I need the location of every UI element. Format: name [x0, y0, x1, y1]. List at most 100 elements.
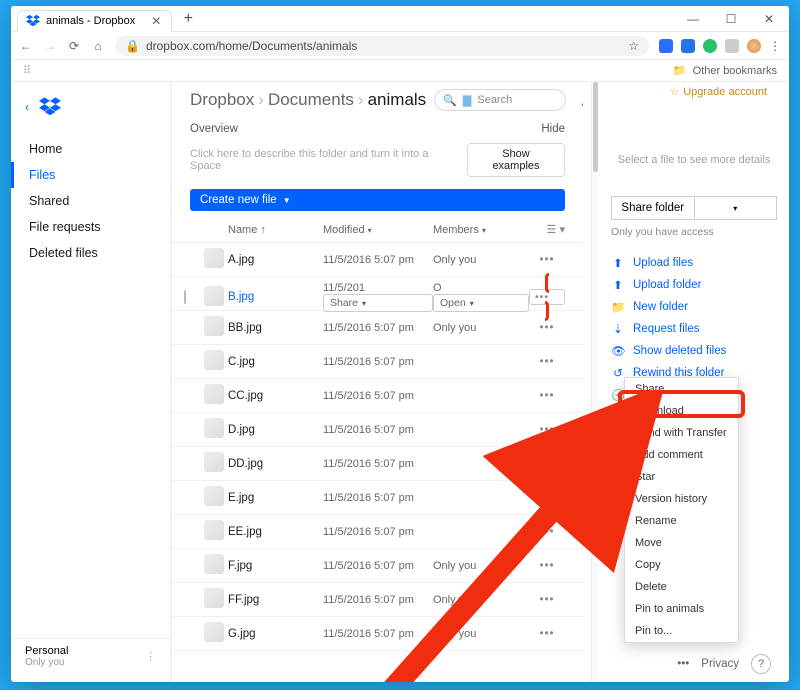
table-row[interactable]: D.jpg11/5/2016 5:07 pm••• [172, 413, 583, 447]
menu-item[interactable]: Copy [625, 554, 738, 576]
sidebar-item-home[interactable]: Home [11, 136, 170, 162]
menu-item[interactable]: Move [625, 532, 738, 554]
panel-action[interactable]: 📁New folder [611, 296, 777, 318]
file-name[interactable]: E.jpg [228, 492, 323, 504]
extension-icon[interactable] [659, 39, 673, 53]
other-bookmarks[interactable]: Other bookmarks [693, 65, 777, 77]
close-tab-icon[interactable]: ✕ [151, 14, 161, 28]
file-name[interactable]: DD.jpg [228, 458, 323, 470]
menu-item[interactable]: Pin to... [625, 620, 738, 642]
menu-item[interactable]: Send with Transfer [625, 422, 738, 444]
col-name[interactable]: Name ↑ [228, 224, 323, 236]
extension-icon[interactable] [725, 39, 739, 53]
menu-item[interactable]: Share [625, 378, 738, 400]
show-apps-icon[interactable]: ⠿ [23, 64, 31, 77]
row-more-icon[interactable]: ••• [529, 424, 565, 436]
menu-item[interactable]: Star [625, 466, 738, 488]
menu-item[interactable]: Rename [625, 510, 738, 532]
panel-action[interactable]: 👁Show deleted files [611, 340, 777, 362]
row-more-icon[interactable]: ••• [529, 628, 565, 640]
table-row[interactable]: CC.jpg11/5/2016 5:07 pm••• [172, 379, 583, 413]
file-name[interactable]: F.jpg [228, 560, 323, 572]
row-more-icon[interactable]: ••• [529, 356, 565, 368]
collapse-sidebar-icon[interactable]: ‹ [25, 100, 29, 114]
menu-item[interactable]: Add comment [625, 444, 738, 466]
footer-more-icon[interactable]: ••• [677, 658, 689, 670]
show-examples-button[interactable]: Show examples [467, 143, 565, 177]
col-modified[interactable]: Modified ▾ [323, 224, 433, 236]
row-more-icon[interactable]: ••• [529, 526, 565, 538]
row-more-icon[interactable]: ••• [529, 492, 565, 504]
row-checkbox[interactable] [184, 290, 186, 304]
sidebar-item-shared[interactable]: Shared [11, 188, 170, 214]
scrollbar[interactable] [591, 82, 599, 682]
menu-item[interactable]: Download [625, 400, 738, 422]
reload-icon[interactable]: ⟳ [67, 39, 81, 53]
table-row[interactable]: FF.jpg11/5/2016 5:07 pmOnly you••• [172, 583, 583, 617]
table-row[interactable]: EE.jpg11/5/2016 5:07 pm••• [172, 515, 583, 549]
extension-icon[interactable] [681, 39, 695, 53]
file-name[interactable]: EE.jpg [228, 526, 323, 538]
help-icon[interactable]: ? [751, 654, 771, 674]
hide-overview[interactable]: Hide [541, 123, 565, 135]
table-row[interactable]: G.jpg11/5/2016 5:07 pmOnly you••• [172, 617, 583, 651]
extension-icon[interactable] [703, 39, 717, 53]
file-name[interactable]: CC.jpg [228, 390, 323, 402]
address-bar[interactable]: 🔒 dropbox.com/home/Documents/animals ☆ [115, 36, 649, 56]
view-options-icon[interactable]: ☰ ▾ [529, 223, 565, 236]
file-name[interactable]: C.jpg [228, 356, 323, 368]
file-name[interactable]: A.jpg [228, 254, 323, 266]
sidebar-item-files[interactable]: Files [11, 162, 170, 188]
crumb-dropbox[interactable]: Dropbox [190, 90, 254, 109]
menu-item[interactable]: Version history [625, 488, 738, 510]
table-row[interactable]: F.jpg11/5/2016 5:07 pmOnly you••• [172, 549, 583, 583]
menu-item[interactable]: Pin to animals [625, 598, 738, 620]
browser-tab[interactable]: animals - Dropbox ✕ [17, 10, 172, 32]
table-row[interactable]: A.jpg11/5/2016 5:07 pmOnly you••• [172, 243, 583, 277]
table-row[interactable]: E.jpg11/5/2016 5:07 pm••• [172, 481, 583, 515]
row-more-button[interactable]: ••• [529, 289, 565, 305]
table-row[interactable]: DD.jpg11/5/2016 5:07 pm••• [172, 447, 583, 481]
row-more-icon[interactable]: ••• [529, 254, 565, 266]
col-members[interactable]: Members ▾ [433, 224, 529, 236]
forward-icon[interactable]: → [43, 39, 57, 53]
share-folder-caret[interactable]: ▾ [695, 196, 778, 220]
window-maximize-icon[interactable]: ☐ [717, 12, 745, 26]
scrollbar-thumb[interactable] [593, 82, 598, 172]
open-button[interactable]: Open▾ [433, 294, 529, 312]
row-more-icon[interactable]: ••• [529, 560, 565, 572]
panel-action[interactable]: ⬆Upload files [611, 252, 777, 274]
sidebar-item-file-requests[interactable]: File requests [11, 214, 170, 240]
new-tab-button[interactable]: + [178, 10, 198, 28]
panel-action[interactable]: ⬆Upload folder [611, 274, 777, 296]
notifications-icon[interactable] [576, 89, 591, 111]
star-bookmark-icon[interactable]: ☆ [628, 39, 639, 53]
sidebar-footer[interactable]: Personal Only you ⋮ [11, 638, 170, 674]
file-name[interactable]: B.jpg [228, 291, 323, 303]
settings-kebab-icon[interactable]: ⋮ [145, 650, 156, 663]
menu-kebab-icon[interactable]: ⋮ [769, 39, 781, 53]
file-name[interactable]: BB.jpg [228, 322, 323, 334]
window-minimize-icon[interactable]: — [679, 12, 707, 26]
profile-avatar-icon[interactable] [747, 39, 761, 53]
create-new-file-button[interactable]: Create new file ▼ [190, 189, 565, 211]
row-more-icon[interactable]: ••• [529, 390, 565, 402]
crumb-documents[interactable]: Documents [268, 90, 354, 109]
panel-action[interactable]: ⇣Request files [611, 318, 777, 340]
back-icon[interactable]: ← [19, 39, 33, 53]
window-close-icon[interactable]: ✕ [755, 12, 783, 26]
file-name[interactable]: G.jpg [228, 628, 323, 640]
table-row[interactable]: B.jpg11/5/201 Share▾O Open▾••• [172, 277, 583, 311]
folder-description[interactable]: Click here to describe this folder and t… [190, 148, 457, 172]
table-row[interactable]: BB.jpg11/5/2016 5:07 pmOnly you••• [172, 311, 583, 345]
file-name[interactable]: FF.jpg [228, 594, 323, 606]
home-icon[interactable]: ⌂ [91, 39, 105, 53]
table-row[interactable]: C.jpg11/5/2016 5:07 pm••• [172, 345, 583, 379]
row-more-icon[interactable]: ••• [529, 322, 565, 334]
search-input[interactable]: 🔍 ▇ Search [434, 89, 566, 111]
row-more-icon[interactable]: ••• [529, 594, 565, 606]
file-name[interactable]: D.jpg [228, 424, 323, 436]
row-more-icon[interactable]: ••• [529, 458, 565, 470]
share-button[interactable]: Share▾ [323, 294, 433, 312]
menu-item[interactable]: Delete [625, 576, 738, 598]
